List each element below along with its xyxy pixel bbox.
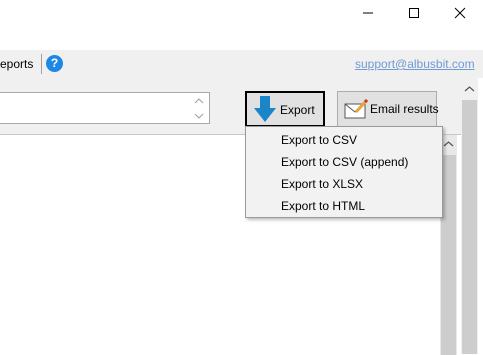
- spinner-up-icon[interactable]: [192, 94, 206, 108]
- maximize-icon: [409, 8, 419, 18]
- window-scrollbar[interactable]: [461, 78, 478, 354]
- menu-item-export-csv[interactable]: Export to CSV: [281, 129, 357, 151]
- minimize-icon: [363, 12, 373, 14]
- close-button[interactable]: [437, 0, 483, 26]
- query-input[interactable]: [0, 92, 210, 124]
- menu-item-export-xlsx[interactable]: Export to XLSX: [281, 173, 363, 195]
- export-menu: Export to CSV Export to CSV (append) Exp…: [245, 126, 443, 218]
- menu-item-reports[interactable]: eports: [0, 57, 33, 71]
- title-bar: [0, 0, 483, 26]
- menu-separator: [41, 54, 42, 74]
- scroll-up-icon[interactable]: [464, 84, 475, 95]
- menu-item-export-html[interactable]: Export to HTML: [281, 195, 365, 217]
- help-icon[interactable]: ?: [46, 55, 63, 72]
- email-results-label: Email results: [370, 102, 439, 116]
- envelope-pencil-icon: [344, 98, 368, 119]
- menu-bar: eports ? support@albusbit.com: [0, 50, 483, 78]
- support-email-link[interactable]: support@albusbit.com: [355, 57, 475, 71]
- window-scroll-thumb[interactable]: [462, 100, 477, 354]
- email-results-button[interactable]: Email results: [337, 91, 439, 127]
- maximize-button[interactable]: [391, 0, 437, 26]
- spinner-down-icon[interactable]: [192, 109, 206, 123]
- export-button-label: Export: [280, 103, 315, 117]
- download-arrow-icon: [254, 96, 276, 122]
- export-button[interactable]: Export: [245, 91, 325, 127]
- results-scroll-thumb[interactable]: [441, 155, 456, 355]
- minimize-button[interactable]: [345, 0, 391, 26]
- menu-item-export-csv-append[interactable]: Export to CSV (append): [281, 151, 408, 173]
- scroll-up-icon[interactable]: [443, 139, 454, 150]
- close-icon: [454, 7, 466, 19]
